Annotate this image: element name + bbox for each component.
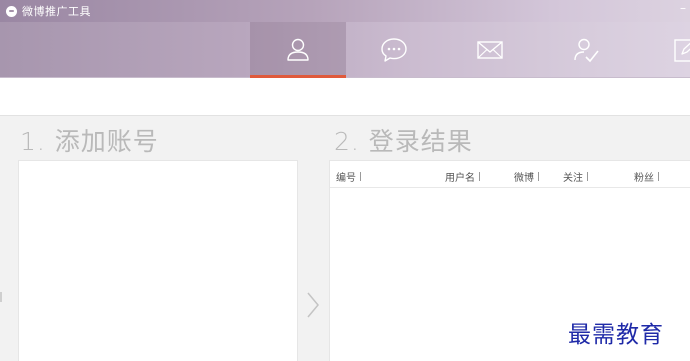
title-bar: 微博推广工具 – [0,0,690,22]
tab-comments[interactable] [346,22,442,78]
tab-follow[interactable] [538,22,634,78]
sub-bar [0,78,690,116]
column-header-fans[interactable]: 粉丝 [634,169,659,184]
window-title: 微博推广工具 [22,5,91,18]
main-toolbar [0,22,690,78]
user-check-icon [574,38,599,63]
edit-icon [674,39,690,62]
section-title-login-results: 2. 登录结果 [334,127,473,156]
table-header: 编号 用户名 微博 关注 粉丝 [330,161,690,188]
watermark-text: 最需教育 [568,322,664,348]
column-header-following[interactable]: 关注 [563,169,588,184]
tab-messages[interactable] [442,22,538,78]
column-header-id[interactable]: 编号 [336,169,361,184]
chevron-right-icon[interactable] [305,290,321,320]
left-edge-handle [0,292,2,302]
column-header-weibo[interactable]: 微博 [514,169,539,184]
column-header-username[interactable]: 用户名 [445,169,480,184]
account-list-panel[interactable] [18,160,298,361]
minimize-button[interactable]: – [680,2,686,14]
section-title-add-accounts: 1. 添加账号 [20,127,159,156]
app-logo-icon [6,5,17,17]
mail-icon [477,41,503,59]
tab-accounts[interactable] [250,22,346,78]
user-icon [287,38,309,61]
chat-bubble-icon [381,38,407,62]
tab-post[interactable] [634,22,690,78]
